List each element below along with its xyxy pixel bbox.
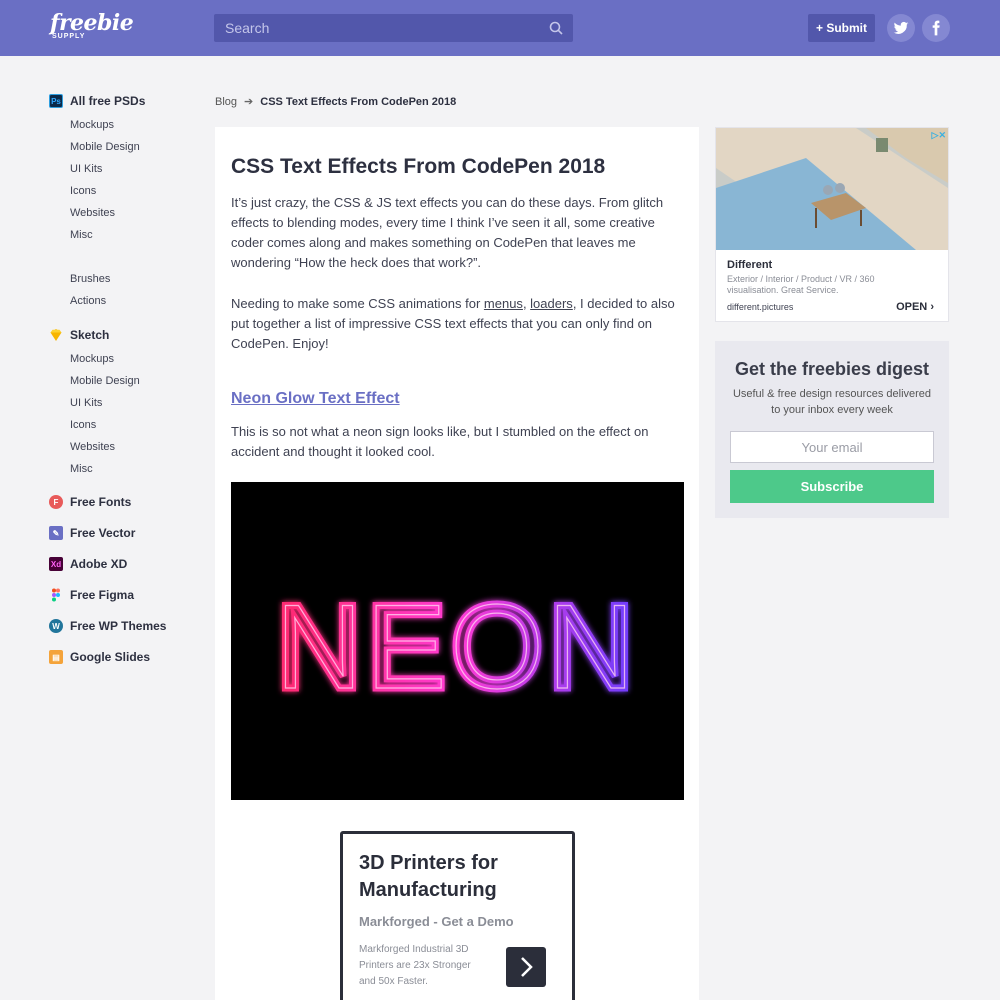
ad-open-button[interactable]: OPEN › — [896, 301, 934, 313]
newsletter-description: Useful & free design resources delivered… — [732, 388, 932, 416]
sidebar-item-free-vector[interactable]: ✎ Free Vector — [49, 524, 209, 542]
sidebar-subitem-actions[interactable]: Actions — [49, 290, 209, 312]
article-card: CSS Text Effects From CodePen 2018 It’s … — [215, 127, 699, 1000]
sidebar-item-label: Google Slides — [70, 650, 151, 664]
breadcrumb-blog-link[interactable]: Blog — [215, 96, 237, 108]
sidebar-ad[interactable]: ▷✕ Different Exterior / Interior / Produ… — [715, 127, 949, 322]
ad-description: Markforged Industrial 3D Printers are 23… — [359, 944, 471, 987]
second-paragraph: Needing to make some CSS animations for … — [231, 294, 687, 354]
twitter-button[interactable] — [887, 14, 915, 42]
paragraph-text: Needing to make some CSS animations for — [231, 296, 484, 311]
adobe-xd-icon: Xd — [49, 557, 63, 571]
subscribe-button[interactable]: Subscribe — [730, 470, 934, 503]
email-field[interactable] — [730, 431, 934, 463]
facebook-icon — [932, 20, 940, 36]
sidebar-item-free-fonts[interactable]: F Free Fonts — [49, 493, 209, 511]
neon-text-core: NEON — [276, 580, 639, 714]
neon-demo-image: NEON NEON — [231, 482, 684, 800]
sidebar-subitem-mobile-design[interactable]: Mobile Design — [49, 136, 209, 158]
sidebar-subitem-icons[interactable]: Icons — [49, 414, 209, 436]
ad-description: Exterior / Interior / Product / VR / 360… — [727, 274, 875, 295]
sidebar-item-label: Free Fonts — [70, 495, 132, 509]
ad-title: 3D Printers for Manufacturing — [359, 852, 498, 901]
sidebar-item-free-figma[interactable]: Free Figma — [49, 586, 209, 604]
sidebar-subitem-websites[interactable]: Websites — [49, 436, 209, 458]
photoshop-icon: Ps — [49, 94, 63, 108]
sidebar-subitem-mobile-design[interactable]: Mobile Design — [49, 370, 209, 392]
freebie-supply-logo[interactable]: freebie SUPPLY — [50, 10, 134, 40]
neon-graphic: NEON NEON — [272, 577, 639, 718]
sidebar-subitem-websites[interactable]: Websites — [49, 202, 209, 224]
sidebar-item-label: Sketch — [70, 328, 110, 342]
arrow-right-icon: ➔ — [244, 96, 254, 108]
breadcrumb-current: CSS Text Effects From CodePen 2018 — [260, 95, 457, 108]
inline-ad[interactable]: 3D Printers for Manufacturing Markforged… — [340, 831, 575, 1000]
search-input[interactable] — [214, 14, 544, 42]
top-header: freebie SUPPLY + Submit — [0, 0, 1000, 56]
sketch-icon — [50, 329, 62, 341]
sidebar-item-all-free-psds[interactable]: Ps All free PSDs — [49, 92, 209, 110]
sidebar-subitem-mockups[interactable]: Mockups — [49, 348, 209, 370]
logo-text: freebie — [50, 10, 134, 36]
facebook-button[interactable] — [922, 14, 950, 42]
sidebar-subitem-icons[interactable]: Icons — [49, 180, 209, 202]
breadcrumb: Blog ➔ CSS Text Effects From CodePen 201… — [215, 95, 457, 109]
fonts-icon: F — [49, 495, 63, 509]
sidebar-subitem-ui-kits[interactable]: UI Kits — [49, 392, 209, 414]
twitter-icon — [893, 21, 909, 34]
sidebar-item-label: Adobe XD — [70, 557, 128, 571]
sidebar-subitem-mockups[interactable]: Mockups — [49, 114, 209, 136]
chevron-right-icon: › — [930, 301, 934, 313]
search-bar — [214, 14, 573, 42]
sidebar-subitem-misc[interactable]: Misc — [49, 458, 209, 480]
adchoices-icon[interactable]: ▷✕ — [932, 130, 946, 141]
loaders-link[interactable]: loaders — [530, 296, 573, 311]
newsletter-title: Get the freebies digest — [734, 359, 930, 379]
submit-button[interactable]: + Submit — [808, 14, 875, 42]
wordpress-icon: W — [49, 619, 63, 633]
ad-next-button[interactable] — [506, 947, 546, 987]
section-paragraph: This is so not what a neon sign looks li… — [231, 424, 649, 459]
category-sidebar: Ps All free PSDs Mockups Mobile Design U… — [49, 92, 209, 670]
ad-url: different.pictures — [727, 302, 794, 312]
sidebar-subitem-brushes[interactable]: Brushes — [49, 268, 209, 290]
sidebar-subitem-misc[interactable]: Misc — [49, 224, 209, 246]
sidebar-subitem-ui-kits[interactable]: UI Kits — [49, 158, 209, 180]
sidebar-item-label: All free PSDs — [70, 94, 146, 108]
intro-paragraph: It’s just crazy, the CSS & JS text effec… — [231, 195, 664, 270]
figma-icon — [52, 588, 60, 602]
sidebar-item-free-wp-themes[interactable]: W Free WP Themes — [49, 617, 209, 635]
sidebar-item-sketch[interactable]: Sketch — [49, 326, 209, 344]
newsletter-box: Get the freebies digest Useful & free de… — [715, 341, 949, 518]
sidebar-item-label: Free WP Themes — [70, 619, 167, 633]
ad-image — [716, 128, 948, 250]
sidebar-item-label: Free Vector — [70, 526, 136, 540]
ad-open-label: OPEN — [896, 301, 928, 313]
neon-glow-heading-link[interactable]: Neon Glow Text Effect — [231, 390, 400, 408]
ad-subtitle: Markforged - Get a Demo — [359, 914, 514, 929]
search-icon[interactable] — [549, 21, 563, 35]
sidebar-item-adobe-xd[interactable]: Xd Adobe XD — [49, 555, 209, 573]
article-title: CSS Text Effects From CodePen 2018 — [231, 155, 606, 178]
vector-icon: ✎ — [49, 526, 63, 540]
chevron-right-icon — [521, 957, 533, 977]
sidebar-item-google-slides[interactable]: ▤ Google Slides — [49, 648, 209, 666]
ad-title: Different — [727, 259, 773, 271]
google-slides-icon: ▤ — [49, 650, 63, 664]
sidebar-item-label: Free Figma — [70, 588, 135, 602]
menus-link[interactable]: menus — [484, 296, 523, 311]
